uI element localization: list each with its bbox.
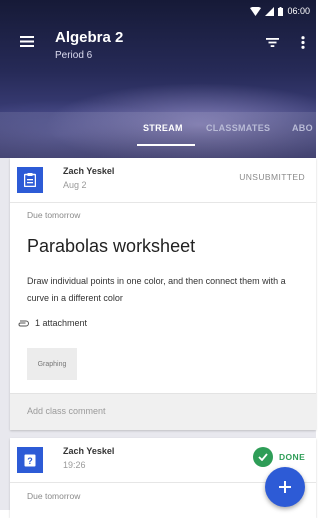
menu-icon[interactable] [20,36,34,47]
assignment-title: Parabolas worksheet [27,236,196,256]
check-circle-icon [253,447,273,467]
post-author: Zach Yeskel [63,446,115,456]
done-status: DONE [253,447,305,467]
svg-text:?: ? [27,456,33,466]
signal-icon [265,6,275,16]
tab-stream[interactable]: STREAM [143,123,183,133]
comment-placeholder: Add class comment [27,406,106,416]
add-fab-button[interactable] [265,467,305,507]
due-label: Due tomorrow [27,210,81,220]
class-title: Algebra 2 [55,29,124,46]
post-author: Zach Yeskel [63,166,115,176]
attachments-label: 1 attachment [35,318,88,328]
post-date: 19:26 [63,460,86,470]
assignment-description: Draw individual points in one color, and… [27,276,286,303]
tab-classmates[interactable]: CLASSMATES [206,123,270,133]
plus-icon [279,481,291,493]
done-label: DONE [279,452,306,462]
class-subtitle: Period 6 [55,50,93,61]
question-icon: ? [17,447,43,473]
class-tabs: STREAM CLASSMATES ABO [0,118,316,158]
status-bar: 06:00 [250,4,310,18]
battery-icon [278,6,284,16]
class-header: 06:00 Algebra 2 Period 6 STREAM CLASSMAT… [0,0,316,158]
due-label: Due tomorrow [27,491,81,501]
status-time: 06:00 [287,6,310,16]
divider [10,202,316,203]
stream-feed: Zach Yeskel Aug 2 UNSUBMITTED Due tomorr… [0,158,316,518]
wifi-icon [250,6,262,16]
attachment-thumbnail[interactable]: Graphing [27,348,77,380]
assignment-card[interactable]: Zach Yeskel Aug 2 UNSUBMITTED Due tomorr… [10,158,316,430]
more-vert-icon[interactable] [301,36,305,49]
post-date: Aug 2 [63,180,87,190]
attachments-row[interactable]: 1 attachment [17,318,87,328]
filter-icon[interactable] [266,38,279,47]
assignment-icon [17,167,43,193]
submission-status: UNSUBMITTED [239,172,305,182]
attachment-icon [18,320,29,326]
class-comment-bar[interactable]: Add class comment [10,393,316,430]
active-tab-indicator [137,144,195,146]
tab-about[interactable]: ABO [292,123,313,133]
